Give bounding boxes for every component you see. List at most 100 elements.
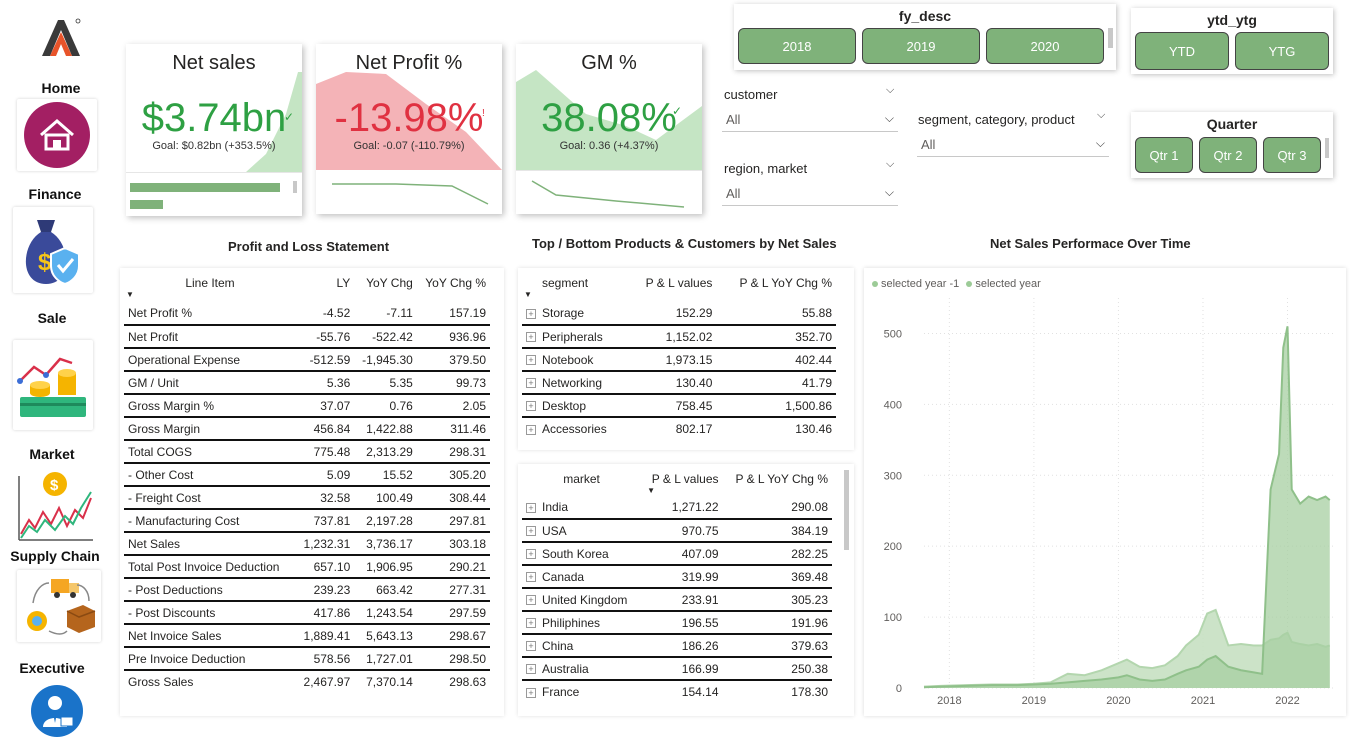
table-row[interactable]: Gross Sales 2,467.97 7,370.14 298.63 — [124, 669, 490, 693]
table-row[interactable]: + Accessories 802.17 130.46 — [522, 416, 836, 440]
nav-sale[interactable] — [13, 340, 93, 430]
expand-icon[interactable]: + — [526, 641, 536, 652]
column-header[interactable]: segment ▼ — [522, 272, 628, 299]
table-row[interactable]: Net Sales 1,232.31 3,736.17 303.18 — [124, 531, 490, 555]
table-row[interactable]: Net Invoice Sales 1,889.41 5,643.13 298.67 — [124, 623, 490, 647]
expand-icon[interactable]: + — [526, 572, 536, 583]
cell-value: 191.96 — [722, 610, 832, 634]
table-row[interactable]: + France 154.14 178.30 — [522, 679, 832, 703]
table-row[interactable]: + Australia 166.99 250.38 — [522, 656, 832, 680]
table-row[interactable]: GM / Unit 5.36 5.35 99.73 — [124, 370, 490, 394]
table-row[interactable]: + Networking 130.40 41.79 — [522, 370, 836, 394]
qtr1-button[interactable]: Qtr 1 — [1135, 137, 1193, 173]
nav-supply-chain[interactable] — [17, 570, 101, 642]
fy-2020-button[interactable]: 2020 — [986, 28, 1104, 64]
table-row[interactable]: - Post Deductions 239.23 663.42 277.31 — [124, 577, 490, 601]
fy-2019-button[interactable]: 2019 — [862, 28, 980, 64]
cell-value: -522.42 — [354, 324, 417, 348]
scrollbar[interactable] — [293, 181, 297, 193]
market-table-panel: market P & L values ▼ P & L YoY Chg % + In… — [518, 464, 854, 716]
expand-icon[interactable]: + — [526, 549, 536, 560]
expand-icon[interactable]: + — [526, 332, 536, 343]
cell-value: 3,736.17 — [354, 531, 417, 555]
table-row[interactable]: Net Profit % -4.52 -7.11 157.19 — [124, 302, 490, 325]
expand-icon[interactable]: + — [526, 526, 536, 537]
row-label: GM / Unit — [124, 370, 296, 394]
table-row[interactable]: + Canada 319.99 369.48 — [522, 564, 832, 588]
net-profit-card[interactable]: Net Profit % -13.98% ! Goal: -0.07 (-110… — [316, 44, 502, 214]
qtr3-button[interactable]: Qtr 3 — [1263, 137, 1321, 173]
customer-dropdown[interactable]: All ⌵ — [722, 108, 898, 132]
expand-icon[interactable]: + — [526, 595, 536, 606]
cell-value: 297.59 — [416, 600, 490, 624]
table-row[interactable]: Pre Invoice Deduction 578.56 1,727.01 298.5… — [124, 646, 490, 670]
ytg-button[interactable]: YTG — [1235, 32, 1329, 70]
gm-card[interactable]: GM % 38.08% ✓ Goal: 0.36 (+4.37%) — [516, 44, 702, 214]
nav-finance[interactable]: $ — [13, 207, 93, 293]
row-label: Total Post Invoice Deduction — [124, 554, 296, 578]
expand-icon[interactable]: + — [526, 618, 536, 629]
table-row[interactable]: - Post Discounts 417.86 1,243.54 297.59 — [124, 600, 490, 624]
table-row[interactable]: Total Post Invoice Deduction 657.10 1,906.… — [124, 554, 490, 578]
table-row[interactable]: + Peripherals 1,152.02 352.70 — [522, 324, 836, 348]
table-row[interactable]: + South Korea 407.09 282.25 — [522, 541, 832, 565]
table-row[interactable]: - Other Cost 5.09 15.52 305.20 — [124, 462, 490, 486]
ytd-button[interactable]: YTD — [1135, 32, 1229, 70]
table-row[interactable]: Net Profit -55.76 -522.42 936.96 — [124, 324, 490, 348]
cell-value: 41.79 — [716, 370, 836, 394]
qtr2-button[interactable]: Qtr 2 — [1199, 137, 1257, 173]
expand-icon[interactable]: + — [526, 378, 536, 389]
table-row[interactable]: Gross Margin 456.84 1,422.88 311.46 — [124, 416, 490, 440]
table-row[interactable]: + Storage 152.29 55.88 — [522, 302, 836, 325]
expand-icon[interactable]: + — [526, 401, 536, 412]
table-row[interactable]: Gross Margin % 37.07 0.76 2.05 — [124, 393, 490, 417]
y-tick-label: 0 — [896, 683, 902, 695]
sort-down-icon: ▼ — [524, 290, 532, 299]
table-row[interactable]: - Manufacturing Cost 737.81 2,197.28 297.81 — [124, 508, 490, 532]
scrollbar[interactable] — [844, 470, 849, 550]
table-row[interactable]: + Notebook 1,973.15 402.44 — [522, 347, 836, 371]
segment-category-product-dropdown[interactable]: All ⌵ — [917, 133, 1109, 157]
table-row[interactable]: + USA 970.75 384.19 — [522, 518, 832, 542]
expand-icon[interactable]: + — [526, 355, 536, 366]
expand-icon[interactable]: + — [526, 424, 536, 435]
column-header[interactable]: LY — [296, 272, 354, 294]
expand-icon[interactable]: + — [526, 687, 536, 698]
region-market-dropdown[interactable]: All ⌵ — [722, 182, 898, 206]
column-header[interactable]: P & L YoY Chg % — [723, 468, 833, 490]
net-sales-card[interactable]: Net sales $3.74bn ✓ Goal: $0.82bn (+353.… — [126, 44, 302, 216]
table-row[interactable]: + China 186.26 379.63 — [522, 633, 832, 657]
table-row[interactable]: - Freight Cost 32.58 100.49 308.44 — [124, 485, 490, 509]
bar — [130, 183, 280, 192]
column-header[interactable]: Line Item ▼ — [124, 272, 296, 299]
column-header[interactable]: YoY Chg — [354, 272, 417, 294]
nav-market[interactable]: $ — [15, 466, 95, 546]
table-row[interactable]: + United Kingdom 233.91 305.23 — [522, 587, 832, 611]
y-tick-label: 500 — [884, 328, 902, 340]
table-row[interactable]: + Philiphines 196.55 191.96 — [522, 610, 832, 634]
expand-icon[interactable]: + — [526, 502, 536, 513]
nav-home[interactable] — [17, 99, 97, 171]
ytd-ytg-slicer: ytd_ytg YTD YTG — [1131, 8, 1333, 74]
chevron-down-icon[interactable]: ⌵ — [886, 84, 894, 97]
scrollbar[interactable] — [1325, 138, 1329, 158]
column-header[interactable]: P & L YoY Chg % — [716, 272, 836, 294]
chevron-down-icon[interactable]: ⌵ — [1097, 109, 1105, 122]
fy-2018-button[interactable]: 2018 — [738, 28, 856, 64]
expand-icon[interactable]: + — [526, 664, 536, 675]
chevron-down-icon[interactable]: ⌵ — [886, 158, 894, 171]
cell-value: 1,232.31 — [296, 531, 355, 555]
table-row[interactable]: Total COGS 775.48 2,313.29 298.31 — [124, 439, 490, 463]
row-label: + United Kingdom — [522, 587, 642, 611]
column-header[interactable]: YoY Chg % — [417, 272, 490, 294]
table-row[interactable]: Operational Expense -512.59 -1,945.30 379.5… — [124, 347, 490, 371]
expand-icon[interactable]: + — [526, 308, 536, 319]
nav-executive[interactable] — [17, 682, 97, 740]
scrollbar[interactable] — [1108, 28, 1113, 48]
table-row[interactable]: + Desktop 758.45 1,500.86 — [522, 393, 836, 417]
column-header[interactable]: P & L values — [628, 272, 717, 294]
column-header[interactable]: market — [522, 468, 641, 490]
table-row[interactable]: + India 1,271.22 290.08 — [522, 496, 832, 519]
cell-value: 298.67 — [416, 623, 490, 647]
column-header[interactable]: P & L values ▼ — [641, 468, 722, 495]
